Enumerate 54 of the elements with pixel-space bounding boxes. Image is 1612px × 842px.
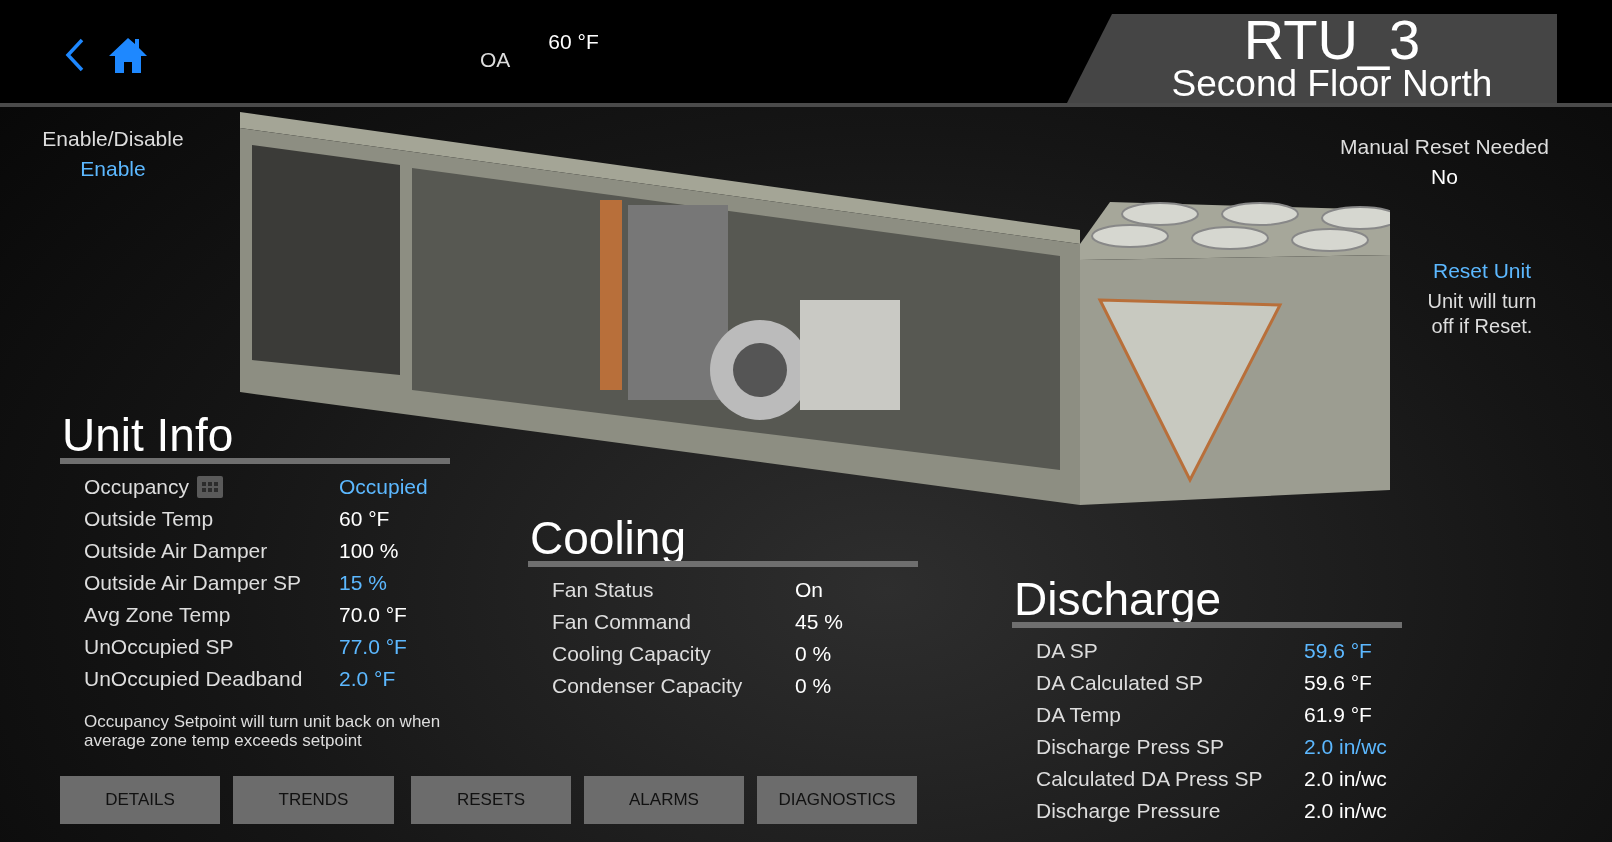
point-value: 100 %: [339, 538, 400, 564]
point-value: 45 %: [795, 609, 844, 635]
section-title: Discharge: [1013, 576, 1223, 622]
point-label: Discharge Pressure: [1036, 798, 1222, 824]
point-label: Condenser Capacity: [552, 673, 744, 699]
point-label: Avg Zone Temp: [84, 602, 232, 628]
reset-note: Unit will turn off if Reset.: [1426, 289, 1538, 339]
point-label: Cooling Capacity: [552, 641, 712, 667]
setpoint-value[interactable]: 2.0 in/wc: [1304, 734, 1402, 760]
point-label: Discharge Press SP: [1036, 734, 1225, 760]
point-label: Fan Status: [552, 577, 655, 603]
point-label: DA Calculated SP: [1036, 670, 1204, 696]
enable-label: Enable/Disable: [42, 127, 184, 151]
point-label: Outside Air Damper: [84, 538, 269, 564]
manual-reset-value: No: [1431, 165, 1458, 189]
point-label: DA Temp: [1036, 702, 1122, 728]
point-label: DA SP: [1036, 638, 1099, 664]
point-label: UnOccupied SP: [84, 634, 235, 660]
point-value: On: [795, 577, 824, 603]
section-title: Cooling: [529, 515, 687, 561]
point-value: 60 °F: [339, 506, 391, 532]
point-value: 70.0 °F: [339, 602, 408, 628]
setpoint-value[interactable]: 15 %: [339, 570, 450, 596]
occupancy-note: Occupancy Setpoint will turn unit back on when average zone temp exceeds setpoint: [83, 712, 442, 750]
section-title: Unit Info: [61, 412, 235, 458]
oa-label: OA: [480, 48, 511, 72]
reset-unit-link[interactable]: Reset Unit: [1432, 259, 1531, 283]
back-icon[interactable]: [64, 38, 86, 72]
manual-reset-label: Manual Reset Needed: [1340, 135, 1549, 159]
point-value: 0 %: [795, 673, 833, 699]
setpoint-value[interactable]: Occupied: [339, 474, 450, 500]
point-label: UnOccupied Deadband: [84, 666, 304, 692]
nav-button[interactable]: DETAILS: [60, 776, 220, 824]
point-label: Outside Air Damper SP: [84, 570, 303, 596]
setpoint-value[interactable]: 77.0 °F: [339, 634, 450, 660]
setpoint-value[interactable]: 2.0 °F: [339, 666, 450, 692]
nav-button[interactable]: ALARMS: [584, 776, 744, 824]
home-icon[interactable]: [108, 36, 148, 74]
schedule-icon[interactable]: [197, 476, 224, 498]
point-value: 2.0 in/wc: [1304, 766, 1388, 792]
point-value: 2.0 in/wc: [1304, 798, 1388, 824]
setpoint-value[interactable]: 59.6 °F: [1304, 638, 1402, 664]
point-label: Fan Command: [552, 609, 692, 635]
point-value: 61.9 °F: [1304, 702, 1373, 728]
oa-value: 60 °F: [548, 30, 599, 54]
point-label: Occupancy: [84, 474, 339, 500]
enable-link[interactable]: Enable: [80, 157, 146, 181]
nav-button[interactable]: TRENDS: [233, 776, 394, 824]
point-label: Outside Temp: [84, 506, 215, 532]
point-value: 0 %: [795, 641, 833, 667]
nav-button[interactable]: DIAGNOSTICS: [757, 776, 917, 824]
point-value: 59.6 °F: [1304, 670, 1373, 696]
point-label: Calculated DA Press SP: [1036, 766, 1264, 792]
nav-button[interactable]: RESETS: [411, 776, 571, 824]
